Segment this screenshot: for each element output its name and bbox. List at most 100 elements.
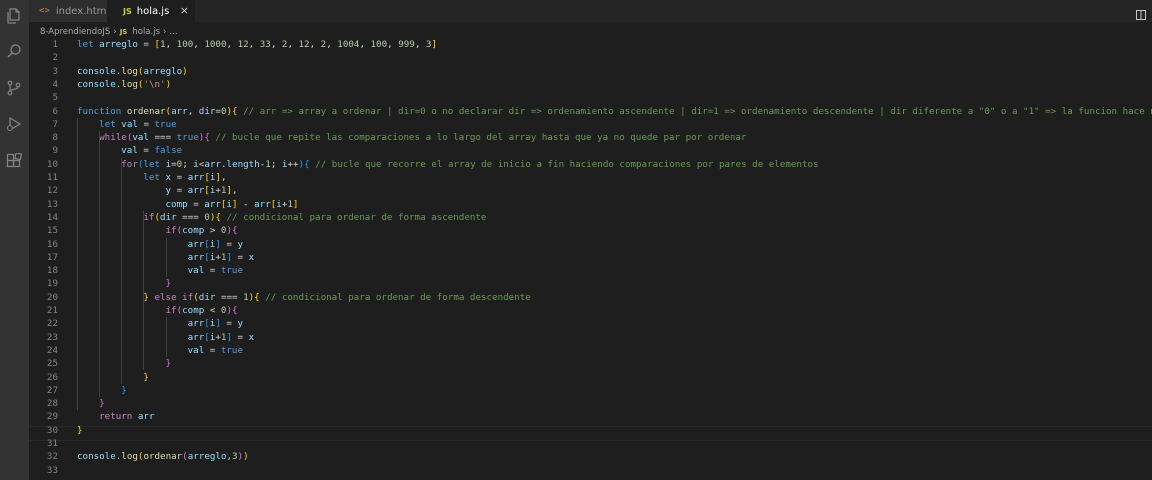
- breadcrumb-file[interactable]: hola.js: [132, 27, 160, 37]
- code-token: arreglo: [187, 451, 227, 463]
- code-token: ]: [431, 39, 437, 50]
- code-token: ,: [359, 39, 371, 50]
- code-line[interactable]: 16 arr[i] = y: [29, 238, 1152, 251]
- line-code: console.log(ordenar(arreglo,3)): [77, 450, 249, 463]
- code-line[interactable]: 24 val = true: [29, 344, 1152, 357]
- code-token: arr: [187, 172, 205, 183]
- line-number: 27: [46, 384, 58, 396]
- code-token: ,: [414, 39, 426, 50]
- explorer-icon[interactable]: [4, 6, 24, 26]
- code-token: arr: [187, 318, 205, 330]
- code-line[interactable]: 33: [29, 464, 1152, 477]
- code-line[interactable]: 30}: [29, 424, 1152, 437]
- line-number: 29: [46, 411, 58, 423]
- run-debug-icon[interactable]: [4, 114, 24, 134]
- code-token: ===: [176, 211, 205, 223]
- code-line[interactable]: 21 if(comp < 0){: [29, 304, 1152, 317]
- line-code: }: [77, 384, 127, 397]
- code-token: arreglo: [143, 65, 183, 77]
- code-token: >: [204, 225, 221, 237]
- code-line[interactable]: 20 } else if(dir === 1){ // condicional …: [29, 291, 1152, 304]
- line-number: 18: [46, 265, 58, 277]
- line-number: 11: [46, 172, 58, 183]
- code-token: arr: [187, 238, 205, 250]
- split-editor-icon[interactable]: [1136, 5, 1146, 20]
- code-line[interactable]: 29 return arr: [29, 410, 1152, 423]
- tab-index-html[interactable]: <> index.html: [29, 0, 109, 22]
- code-token: arr: [171, 105, 188, 117]
- code-editor[interactable]: 1 let arreglo = [1, 100, 1000, 12, 33, 2,…: [29, 38, 1152, 480]
- code-line[interactable]: 25 }: [29, 357, 1152, 370]
- code-line[interactable]: 10 for(let i=0; i<arr.length-1; i++){ //…: [29, 158, 1152, 171]
- code-token: y: [237, 318, 244, 330]
- code-line[interactable]: 9 val = false: [29, 144, 1152, 157]
- code-token: -: [237, 198, 255, 210]
- code-token: val: [187, 265, 205, 277]
- code-token: ordenar: [126, 105, 166, 117]
- code-line[interactable]: 23 arr[i+1] = x: [29, 331, 1152, 344]
- code-line[interactable]: 8 while(val === true){ // bucle que repi…: [29, 131, 1152, 144]
- code-token: }: [121, 384, 127, 396]
- code-line[interactable]: 3 console.log(arreglo): [29, 65, 1152, 78]
- line-number: 2: [52, 52, 58, 64]
- code-line[interactable]: 12 y = arr[i+1],: [29, 184, 1152, 197]
- code-token: x: [248, 331, 255, 343]
- code-token: ,: [232, 185, 238, 197]
- code-token: =: [187, 198, 205, 210]
- code-line[interactable]: 14 if(dir === 0){ // condicional para or…: [29, 211, 1152, 224]
- code-line[interactable]: 32 console.log(ordenar(arreglo,3)): [29, 450, 1152, 463]
- code-line[interactable]: 31: [29, 437, 1152, 450]
- code-token: ===: [215, 291, 244, 303]
- code-line[interactable]: 19 }: [29, 277, 1152, 290]
- code-line[interactable]: 27 }: [29, 384, 1152, 397]
- code-token: if: [165, 225, 177, 237]
- code-line[interactable]: 4 console.log('\n'): [29, 78, 1152, 91]
- code-token: ,: [193, 39, 205, 50]
- code-token: 12: [237, 39, 249, 50]
- line-code: function ordenar(arr, dir=0){ // arr => …: [77, 105, 1152, 118]
- code-line[interactable]: 7 let val = true: [29, 118, 1152, 131]
- code-line[interactable]: 17 arr[i+1] = x: [29, 251, 1152, 264]
- code-token: dir: [198, 105, 216, 117]
- code-token: while: [99, 132, 127, 144]
- breadcrumb-symbol[interactable]: ...: [169, 27, 177, 37]
- search-icon[interactable]: [4, 41, 24, 61]
- line-code: val = true: [77, 264, 243, 277]
- code-token: =: [220, 238, 238, 250]
- code-token: arr: [187, 251, 205, 263]
- extensions-icon[interactable]: [4, 151, 24, 171]
- code-line[interactable]: 1 let arreglo = [1, 100, 1000, 12, 33, 2,…: [29, 38, 1152, 51]
- code-line[interactable]: 5: [29, 91, 1152, 104]
- code-line[interactable]: 15 if(comp > 0){: [29, 224, 1152, 237]
- close-icon[interactable]: ×: [180, 4, 189, 17]
- line-code: }: [77, 357, 172, 370]
- code-token: false: [154, 145, 183, 157]
- code-token: true: [176, 132, 199, 144]
- tab-hola-js[interactable]: JS hola.js ×: [107, 0, 195, 22]
- code-line[interactable]: 13 comp = arr[i] - arr[i+1]: [29, 198, 1152, 211]
- code-token: ,: [165, 39, 177, 50]
- code-line[interactable]: 28 }: [29, 397, 1152, 410]
- code-token: =: [137, 145, 155, 157]
- code-token: arr: [204, 198, 221, 210]
- code-token: arr: [137, 411, 155, 423]
- code-line[interactable]: 22 arr[i] = y: [29, 317, 1152, 330]
- code-token: ++: [287, 158, 299, 170]
- code-line[interactable]: 18 val = true: [29, 264, 1152, 277]
- code-line[interactable]: 6 function ordenar(arr, dir=0){ // arr =>…: [29, 105, 1152, 118]
- source-control-icon[interactable]: [4, 78, 24, 98]
- code-token: ,: [248, 39, 260, 50]
- line-number: 14: [46, 211, 58, 223]
- code-line[interactable]: 2: [29, 51, 1152, 64]
- line-number: 32: [46, 451, 58, 463]
- code-line[interactable]: 26 }: [29, 371, 1152, 384]
- code-token: // bucle que repite las comparaciones a …: [215, 132, 747, 144]
- breadcrumb-folder[interactable]: 8-AprendiendoJS: [40, 27, 110, 37]
- code-line[interactable]: 11 let x = arr[i],: [29, 171, 1152, 184]
- line-number: 16: [46, 238, 58, 250]
- code-token: comp: [165, 198, 188, 210]
